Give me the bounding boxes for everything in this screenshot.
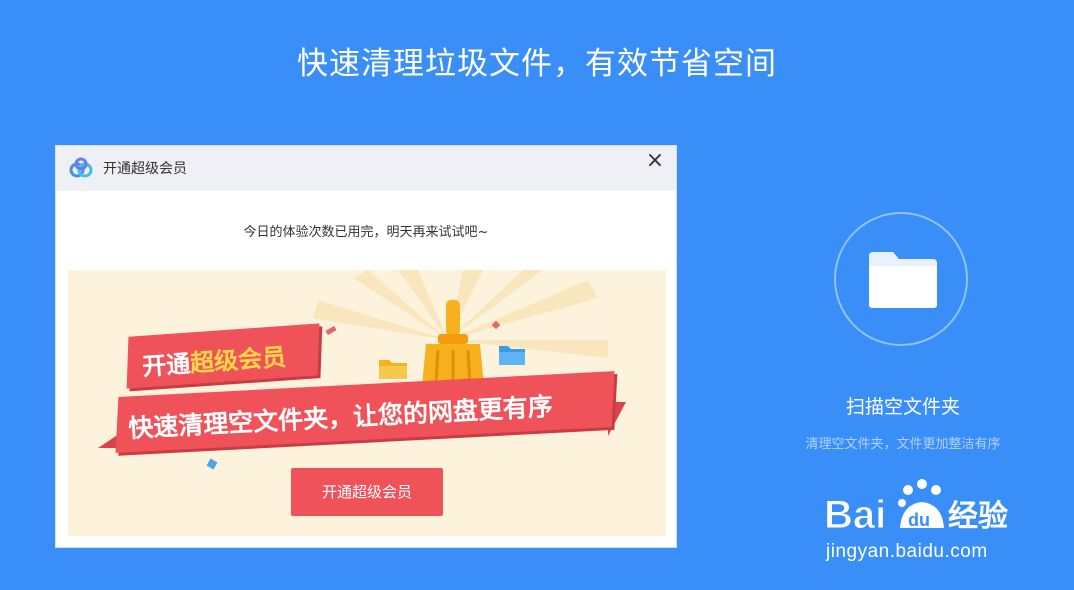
broom-icon [422, 300, 484, 386]
vip-dialog: 开通超级会员 × 今日的体验次数已用完，明天再来试试吧~ 开通超级会员 快速清理… [55, 145, 677, 548]
feature-subtitle: 清理空文件夹，文件更加整洁有序 [805, 437, 1001, 452]
promo-banner: 开通超级会员 快速清理空文件夹，让您的网盘更有序 开通超级会员 [68, 270, 666, 536]
svg-text:Bai: Bai [824, 493, 886, 537]
svg-text:du: du [908, 510, 930, 530]
trial-limit-notice: 今日的体验次数已用完，明天再来试试吧~ [243, 225, 489, 240]
dialog-title: 开通超级会员 [103, 161, 187, 177]
ribbon-vip-prefix: 开通 [141, 349, 192, 381]
page-headline: 快速清理垃圾文件，有效节省空间 [297, 46, 777, 82]
baidu-jingyan-watermark-logo: Bai du 经验 [824, 479, 1008, 538]
feature-title: 扫描空文件夹 [845, 396, 960, 418]
folder-icon [869, 252, 937, 308]
dialog-titlebar: 开通超级会员 × [56, 146, 676, 191]
ribbon-vip-highlight: 超级会员 [189, 343, 287, 378]
svg-text:经验: 经验 [948, 499, 1008, 534]
baidu-netdisk-logo-icon [69, 157, 93, 178]
watermark-url: jingyan.baidu.com [826, 541, 988, 562]
folder-decoration-icon [379, 360, 407, 379]
close-icon[interactable]: × [644, 150, 666, 172]
open-vip-button[interactable]: 开通超级会员 [291, 468, 443, 516]
folder-decoration-icon [499, 346, 525, 365]
